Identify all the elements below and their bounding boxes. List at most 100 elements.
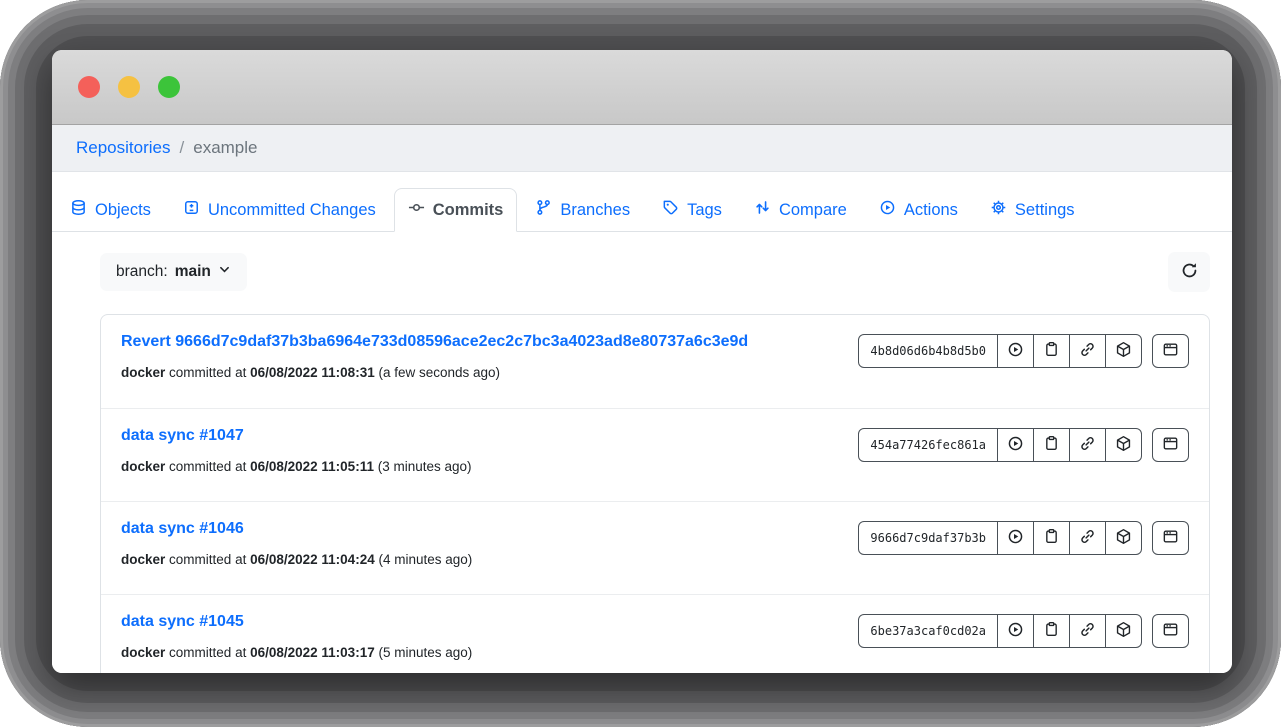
clipboard-icon [1043, 528, 1060, 548]
tab-commits[interactable]: Commits [394, 188, 518, 232]
tab-label: Commits [433, 201, 504, 220]
link-icon [1079, 341, 1096, 361]
link-icon [1079, 435, 1096, 455]
refresh-icon [1180, 261, 1199, 283]
commit-button-group: 454a77426fec861a [858, 428, 1142, 462]
commit-actions: 454a77426fec861a [858, 428, 1189, 462]
commit-info: data sync #1045 docker committed at 06/08… [121, 613, 472, 660]
zoom-button[interactable] [158, 76, 180, 98]
commit-title-link[interactable]: Revert 9666d7c9daf37b3ba6964e733d08596ac… [121, 333, 748, 351]
chevron-down-icon [218, 263, 231, 281]
gear-icon [990, 199, 1007, 221]
commit-meta: docker committed at 06/08/2022 11:03:17 … [121, 645, 472, 660]
browser-window-icon [1162, 435, 1179, 455]
commit-timestamp: 06/08/2022 11:05:11 [250, 459, 374, 474]
tab-label: Branches [560, 201, 630, 220]
commits-list: Revert 9666d7c9daf37b3ba6964e733d08596ac… [100, 314, 1210, 673]
commit-actions: 9666d7c9daf37b3b [858, 521, 1189, 555]
repository-tabs: Objects Uncommitted Changes Commits Branche… [52, 172, 1232, 232]
commit-objects-button[interactable] [1105, 614, 1142, 648]
database-icon [70, 199, 87, 221]
tab-compare[interactable]: Compare [740, 188, 861, 232]
commit-meta: docker committed at 06/08/2022 11:05:11 … [121, 459, 472, 474]
breadcrumb-current-repo: example [193, 138, 257, 158]
commit-hash-button[interactable]: 454a77426fec861a [858, 428, 998, 462]
tab-label: Compare [779, 201, 847, 220]
copy-commit-link-button[interactable] [1069, 614, 1106, 648]
app-window: Repositories / example Objects Uncommitte… [52, 50, 1232, 673]
tab-label: Objects [95, 201, 151, 220]
copy-commit-link-button[interactable] [1069, 428, 1106, 462]
commit-relative-time: (a few seconds ago) [378, 365, 500, 380]
browse-commit-button[interactable] [1152, 428, 1189, 462]
commit-title-link[interactable]: data sync #1047 [121, 427, 244, 445]
commit-run-button[interactable] [997, 521, 1034, 555]
commit-objects-button[interactable] [1105, 334, 1142, 368]
commit-author: docker [121, 645, 165, 660]
browser-window-icon [1162, 341, 1179, 361]
commit-meta: docker committed at 06/08/2022 11:04:24 … [121, 552, 472, 567]
commit-actions: 4b8d06d6b4b8d5b0 [858, 334, 1189, 368]
commit-timestamp: 06/08/2022 11:03:17 [250, 645, 375, 660]
commit-author: docker [121, 459, 165, 474]
minimize-button[interactable] [118, 76, 140, 98]
commit-run-button[interactable] [997, 334, 1034, 368]
cube-icon [1115, 435, 1132, 455]
browse-commit-button[interactable] [1152, 334, 1189, 368]
tab-label: Tags [687, 201, 722, 220]
tab-settings[interactable]: Settings [976, 188, 1089, 232]
tab-tags[interactable]: Tags [648, 188, 736, 232]
breadcrumb-separator: / [180, 138, 185, 158]
commit-row: Revert 9666d7c9daf37b3ba6964e733d08596ac… [101, 315, 1209, 408]
close-button[interactable] [78, 76, 100, 98]
link-icon [1079, 528, 1096, 548]
commit-actions: 6be37a3caf0cd02a [858, 614, 1189, 648]
breadcrumb-repositories-link[interactable]: Repositories [76, 138, 171, 158]
browse-commit-button[interactable] [1152, 521, 1189, 555]
commit-button-group: 4b8d06d6b4b8d5b0 [858, 334, 1142, 368]
breadcrumb: Repositories / example [52, 125, 1232, 172]
branch-selector-label: branch: [116, 263, 168, 281]
file-diff-icon [183, 199, 200, 221]
copy-commit-id-button[interactable] [1033, 614, 1070, 648]
commit-author: docker [121, 552, 165, 567]
copy-commit-id-button[interactable] [1033, 334, 1070, 368]
clipboard-icon [1043, 621, 1060, 641]
browse-commit-button[interactable] [1152, 614, 1189, 648]
play-circle-icon [879, 199, 896, 221]
commit-objects-button[interactable] [1105, 521, 1142, 555]
commit-run-button[interactable] [997, 428, 1034, 462]
tab-uncommitted-changes[interactable]: Uncommitted Changes [169, 188, 390, 232]
commit-info: data sync #1047 docker committed at 06/08… [121, 427, 472, 474]
browser-window-icon [1162, 621, 1179, 641]
commit-hash-button[interactable]: 4b8d06d6b4b8d5b0 [858, 334, 998, 368]
commit-info: Revert 9666d7c9daf37b3ba6964e733d08596ac… [121, 333, 748, 380]
commit-icon [408, 199, 425, 221]
play-circle-icon [1007, 435, 1024, 455]
commit-relative-time: (4 minutes ago) [378, 552, 472, 567]
commit-row: data sync #1045 docker committed at 06/08… [101, 594, 1209, 673]
tab-actions[interactable]: Actions [865, 188, 972, 232]
refresh-button[interactable] [1168, 252, 1210, 292]
tab-label: Settings [1015, 201, 1075, 220]
commit-title-link[interactable]: data sync #1045 [121, 613, 244, 631]
commit-author: docker [121, 365, 165, 380]
copy-commit-link-button[interactable] [1069, 334, 1106, 368]
branch-selector[interactable]: branch: main [100, 253, 247, 291]
copy-commit-id-button[interactable] [1033, 428, 1070, 462]
link-icon [1079, 621, 1096, 641]
tab-objects[interactable]: Objects [56, 188, 165, 232]
commit-timestamp: 06/08/2022 11:04:24 [250, 552, 375, 567]
commit-objects-button[interactable] [1105, 428, 1142, 462]
commit-hash-button[interactable]: 6be37a3caf0cd02a [858, 614, 998, 648]
tab-label: Actions [904, 201, 958, 220]
commit-run-button[interactable] [997, 614, 1034, 648]
commits-pane: branch: main Revert 9666d7c9daf37b3ba6964… [52, 232, 1232, 673]
commit-title-link[interactable]: data sync #1046 [121, 520, 244, 538]
copy-commit-link-button[interactable] [1069, 521, 1106, 555]
copy-commit-id-button[interactable] [1033, 521, 1070, 555]
commit-hash-button[interactable]: 9666d7c9daf37b3b [858, 521, 998, 555]
commit-row: data sync #1047 docker committed at 06/08… [101, 408, 1209, 501]
tab-branches[interactable]: Branches [521, 188, 644, 232]
branch-selector-value: main [175, 263, 211, 281]
